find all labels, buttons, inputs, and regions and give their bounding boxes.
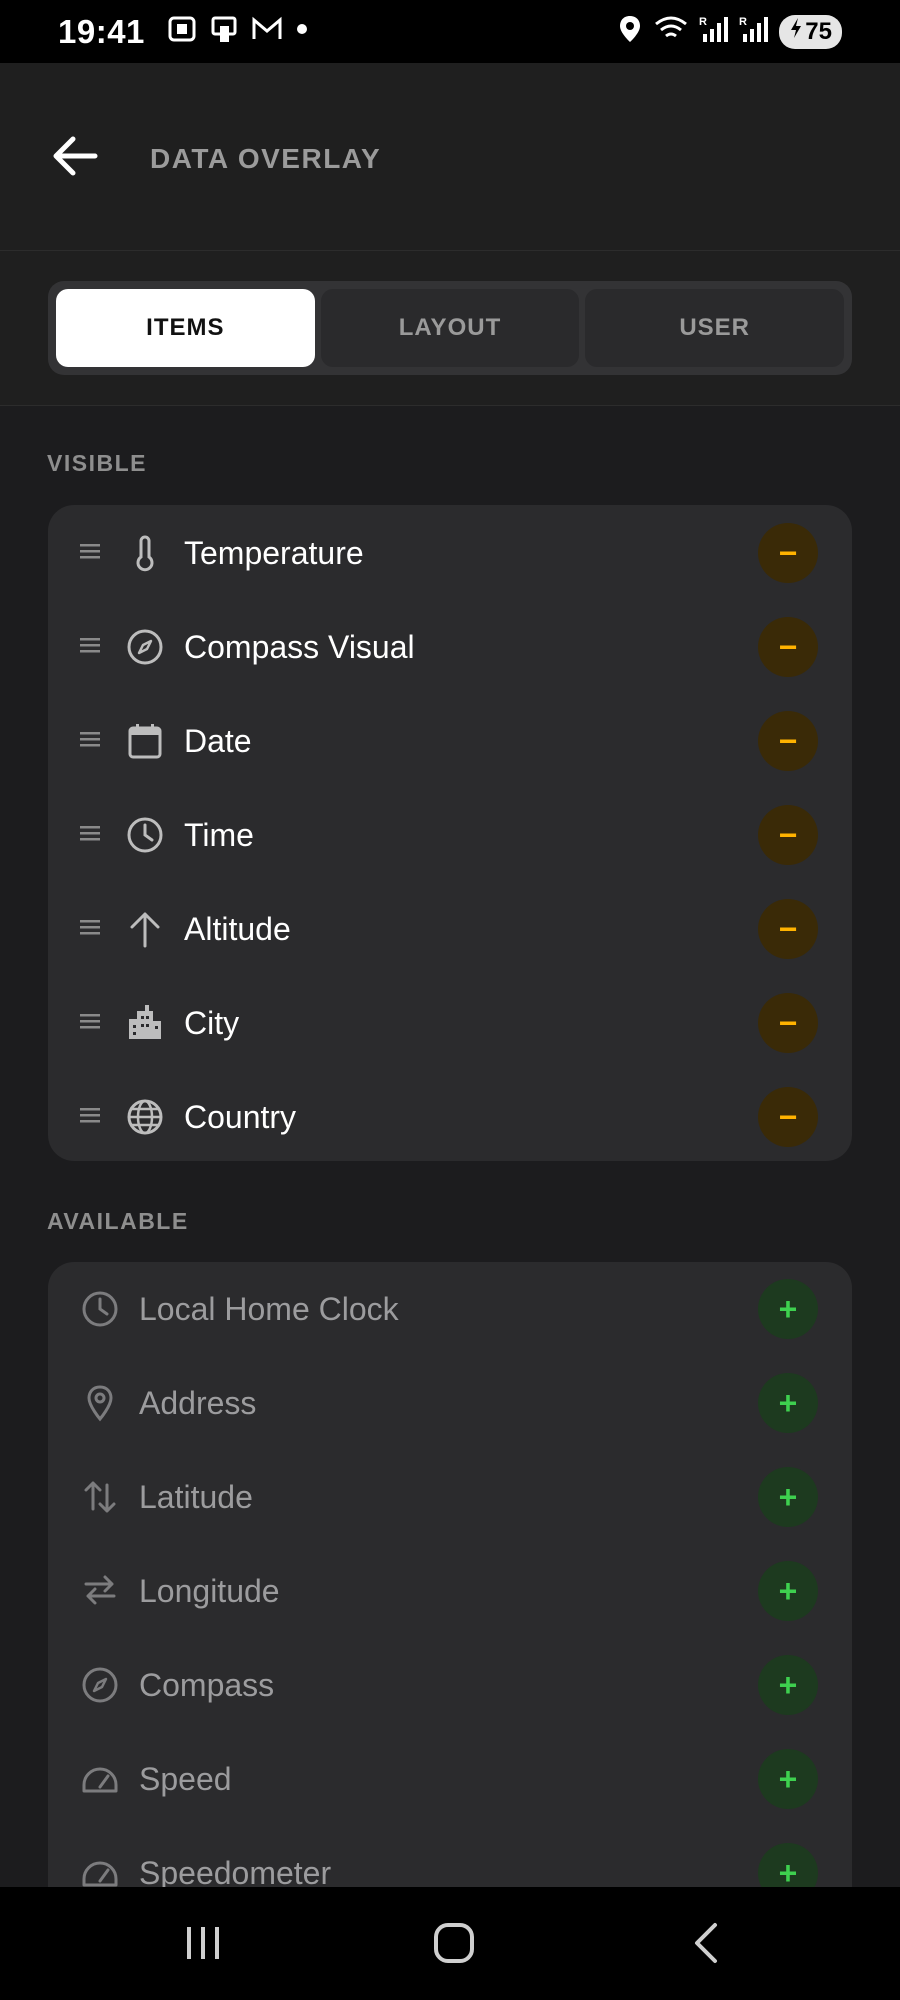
page-title: DATA OVERLAY xyxy=(150,143,382,174)
item-label: Address xyxy=(139,1384,257,1421)
add-item-button[interactable]: + xyxy=(758,1749,818,1809)
signal-r-icon: R xyxy=(739,14,769,49)
swap-horizontal-icon xyxy=(80,1571,120,1611)
list-item[interactable]: Temperature − xyxy=(48,506,852,600)
nav-back-button[interactable] xyxy=(677,1915,737,1975)
item-label: Speed xyxy=(139,1760,232,1797)
signal-r-icon: R xyxy=(699,14,729,49)
item-label: Compass Visual xyxy=(184,628,415,665)
list-item[interactable]: Longitude + xyxy=(48,1544,852,1638)
remove-item-button[interactable]: − xyxy=(758,899,818,959)
drag-handle-icon[interactable] xyxy=(80,824,100,847)
list-item[interactable]: Address + xyxy=(48,1356,852,1450)
dot-icon xyxy=(295,22,309,41)
remove-item-button[interactable]: − xyxy=(758,523,818,583)
item-label: Speedometer xyxy=(139,1854,332,1891)
system-icons: R R 75 xyxy=(617,14,842,49)
tab-items[interactable]: ITEMS xyxy=(56,289,315,367)
available-items-list: Local Home Clock + Address + Latitude + … xyxy=(48,1262,852,1962)
compass-icon xyxy=(125,627,165,667)
item-label: Date xyxy=(184,722,252,759)
svg-text:R: R xyxy=(739,16,747,28)
list-item[interactable]: Latitude + xyxy=(48,1450,852,1544)
location-icon xyxy=(617,14,643,49)
item-label: Local Home Clock xyxy=(139,1290,399,1327)
visible-items-list: Temperature − Compass Visual − Date − Ti… xyxy=(48,505,852,1161)
add-item-button[interactable]: + xyxy=(758,1279,818,1339)
tabs-area: ITEMS LAYOUT USER xyxy=(0,251,900,406)
drag-handle-icon[interactable] xyxy=(80,636,100,659)
add-item-button[interactable]: + xyxy=(758,1655,818,1715)
speedometer-icon xyxy=(80,1759,120,1799)
compass-icon xyxy=(80,1665,120,1705)
list-item[interactable]: City − xyxy=(48,976,852,1070)
status-bar: 19:41 R R 75 xyxy=(0,0,900,63)
list-item[interactable]: Country − xyxy=(48,1070,852,1164)
arrow-up-icon xyxy=(125,909,165,949)
list-item[interactable]: Time − xyxy=(48,788,852,882)
tab-user[interactable]: USER xyxy=(585,289,845,367)
remove-item-button[interactable]: − xyxy=(758,805,818,865)
battery-indicator: 75 xyxy=(779,14,842,49)
add-item-button[interactable]: + xyxy=(758,1561,818,1621)
add-item-button[interactable]: + xyxy=(758,1467,818,1527)
item-label: City xyxy=(184,1004,240,1041)
section-label-available: AVAILABLE xyxy=(47,1208,189,1234)
list-item[interactable]: Altitude − xyxy=(48,882,852,976)
arrow-left-icon xyxy=(51,134,99,183)
item-label: Latitude xyxy=(139,1478,253,1515)
globe-icon xyxy=(125,1097,165,1137)
screenshot-icon xyxy=(167,15,197,48)
remove-item-button[interactable]: − xyxy=(758,993,818,1053)
system-nav-bar xyxy=(0,1887,900,2000)
list-item[interactable]: Compass Visual − xyxy=(48,600,852,694)
city-icon xyxy=(125,1003,165,1043)
item-label: Compass xyxy=(139,1666,275,1703)
item-label: Temperature xyxy=(184,534,364,571)
calendar-icon xyxy=(125,721,165,761)
clock-icon xyxy=(80,1289,120,1329)
add-item-button[interactable]: + xyxy=(758,1373,818,1433)
map-pin-icon xyxy=(80,1383,120,1423)
item-label: Country xyxy=(184,1098,297,1135)
battery-level: 75 xyxy=(805,17,832,45)
remove-item-button[interactable]: − xyxy=(758,1087,818,1147)
tab-bar: ITEMS LAYOUT USER xyxy=(48,281,852,375)
list-item[interactable]: Local Home Clock + xyxy=(48,1262,852,1356)
home-icon xyxy=(432,1921,476,1970)
notification-icons xyxy=(167,14,309,49)
list-item[interactable]: Compass + xyxy=(48,1638,852,1732)
status-time: 19:41 xyxy=(58,12,145,50)
recent-apps-button[interactable] xyxy=(173,1915,233,1975)
clock-icon xyxy=(125,815,165,855)
wifi-icon xyxy=(653,14,689,49)
back-button[interactable] xyxy=(46,129,104,187)
item-label: Longitude xyxy=(139,1572,280,1609)
item-label: Time xyxy=(184,816,254,853)
back-icon xyxy=(687,1921,727,1970)
drag-handle-icon[interactable] xyxy=(80,1106,100,1129)
thermometer-icon xyxy=(125,533,165,573)
recent-apps-icon xyxy=(183,1923,223,1968)
section-label-visible: VISIBLE xyxy=(47,450,147,476)
app-header: DATA OVERLAY xyxy=(0,63,900,251)
gmail-icon xyxy=(251,16,283,47)
list-item[interactable]: Date − xyxy=(48,694,852,788)
phone-icon xyxy=(209,14,239,49)
tab-layout[interactable]: LAYOUT xyxy=(320,289,580,367)
drag-handle-icon[interactable] xyxy=(80,918,100,941)
battery-charging-icon xyxy=(789,17,803,46)
remove-item-button[interactable]: − xyxy=(758,617,818,677)
drag-handle-icon[interactable] xyxy=(80,1012,100,1035)
swap-vertical-icon xyxy=(80,1477,120,1517)
remove-item-button[interactable]: − xyxy=(758,711,818,771)
svg-text:R: R xyxy=(699,16,707,28)
item-label: Altitude xyxy=(184,910,291,947)
drag-handle-icon[interactable] xyxy=(80,542,100,565)
list-item[interactable]: Speed + xyxy=(48,1732,852,1826)
drag-handle-icon[interactable] xyxy=(80,730,100,753)
home-button[interactable] xyxy=(424,1915,484,1975)
